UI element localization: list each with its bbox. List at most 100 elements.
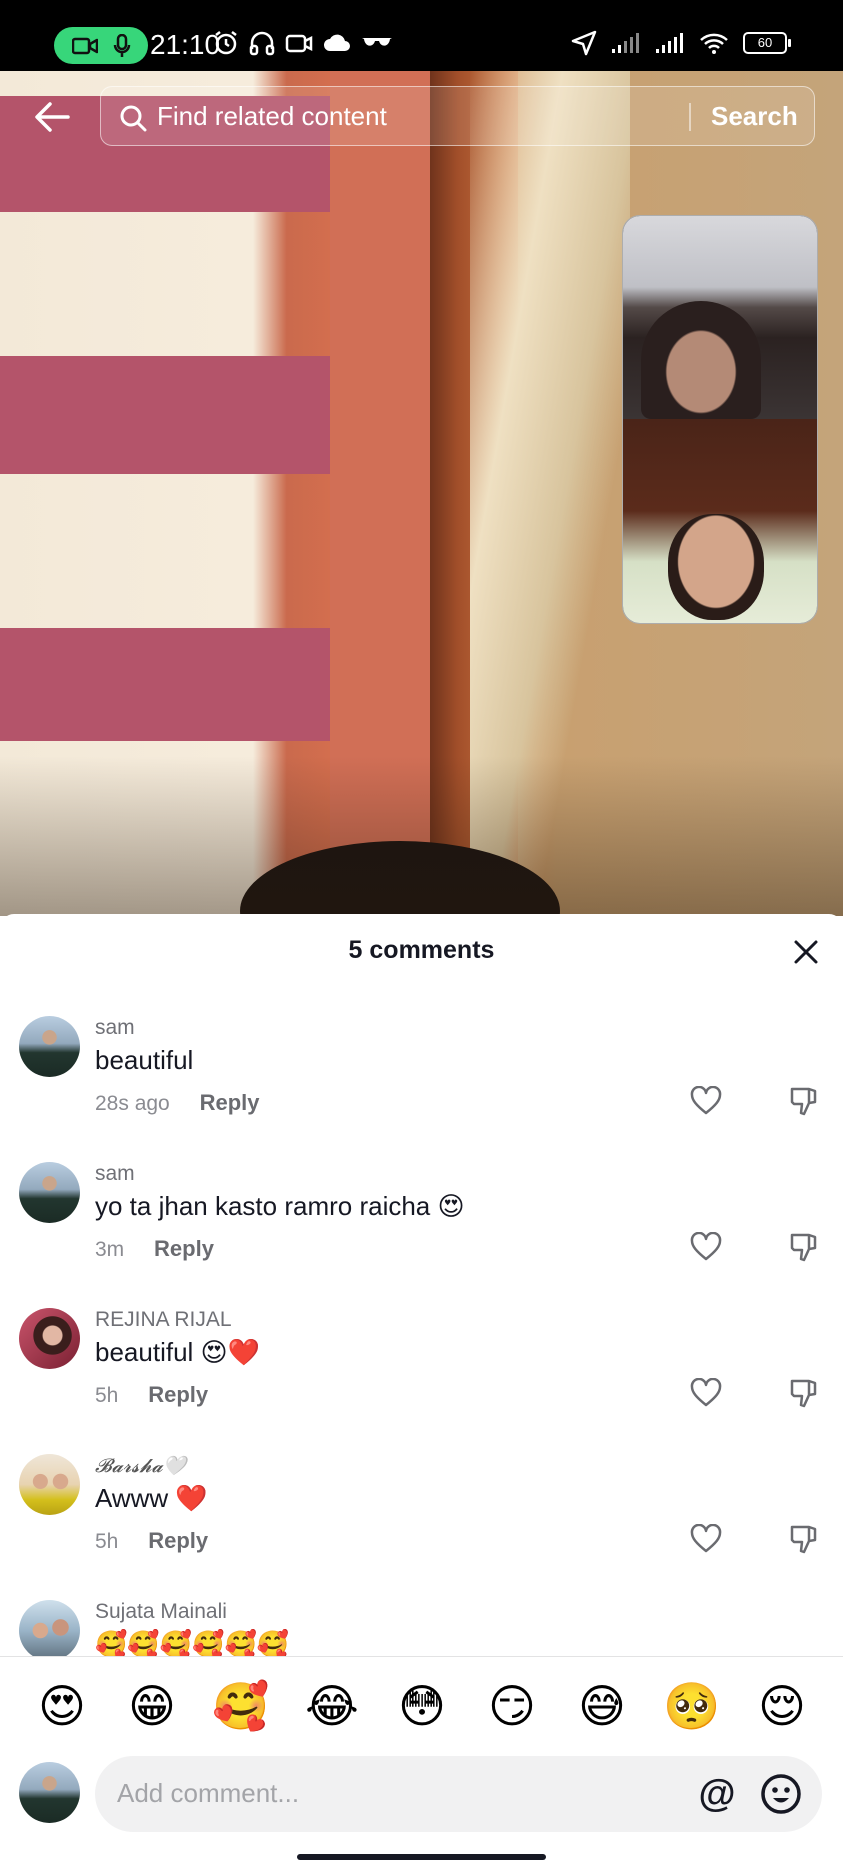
comment-item: 𝓑𝓪𝓻𝓼𝓱𝓪🤍 Awww ❤️ 5h Reply bbox=[0, 1454, 843, 1594]
heart-icon bbox=[690, 1231, 722, 1261]
avatar[interactable] bbox=[19, 1454, 80, 1515]
comment-username[interactable]: REJINA RIJAL bbox=[95, 1308, 232, 1332]
heart-icon bbox=[690, 1523, 722, 1553]
comment-meta: 28s ago Reply bbox=[95, 1090, 260, 1116]
mention-button[interactable]: @ bbox=[695, 1772, 739, 1816]
reply-button[interactable]: Reply bbox=[148, 1382, 208, 1407]
comment-username[interactable]: sam bbox=[95, 1016, 135, 1040]
emoji-button[interactable]: 🥺 bbox=[662, 1676, 722, 1736]
status-time: 21:10 bbox=[150, 29, 221, 60]
comment-text: beautiful bbox=[95, 1045, 194, 1075]
signal-icon bbox=[656, 33, 683, 53]
comment-item: Sujata Mainali 🥰🥰🥰🥰🥰🥰 bbox=[0, 1600, 843, 1656]
emoji-button[interactable]: 😏 bbox=[482, 1676, 542, 1736]
comment-item: sam beautiful 28s ago Reply bbox=[0, 1016, 843, 1156]
cloud-icon bbox=[324, 34, 350, 51]
emoji-button[interactable]: 🥰 bbox=[211, 1676, 271, 1736]
smiley-icon bbox=[761, 1774, 801, 1814]
thumbs-down-icon bbox=[790, 1525, 817, 1554]
thumbs-down-icon bbox=[790, 1233, 817, 1262]
video-background bbox=[0, 356, 345, 474]
comment-time: 5h bbox=[95, 1384, 119, 1407]
location-icon bbox=[571, 30, 597, 56]
status-bar: 21:10 60 bbox=[0, 0, 843, 71]
headphones-icon bbox=[249, 31, 275, 56]
participant-face bbox=[668, 514, 764, 620]
status-left-icons bbox=[213, 30, 393, 56]
home-indicator[interactable] bbox=[297, 1854, 546, 1860]
top-bar: Find related content Search bbox=[0, 71, 843, 161]
video-icon bbox=[285, 34, 313, 53]
close-icon bbox=[794, 940, 818, 964]
comment-meta: 5h Reply bbox=[95, 1382, 208, 1408]
search-button[interactable]: Search bbox=[711, 101, 798, 132]
thumbs-down-icon bbox=[790, 1087, 817, 1116]
comment-username[interactable]: sam bbox=[95, 1162, 135, 1186]
comment-meta: 3m Reply bbox=[95, 1236, 214, 1262]
avatar[interactable] bbox=[19, 1308, 80, 1369]
like-button[interactable] bbox=[690, 1231, 726, 1268]
reply-button[interactable]: Reply bbox=[154, 1236, 214, 1261]
emoji-button[interactable]: 😍 bbox=[32, 1676, 92, 1736]
comment-text: 🥰🥰🥰🥰🥰🥰 bbox=[95, 1629, 290, 1656]
dislike-button[interactable] bbox=[789, 1086, 825, 1122]
comment-composer[interactable]: Add comment... @ bbox=[95, 1756, 822, 1832]
participant-face bbox=[641, 301, 761, 419]
glasses-icon bbox=[362, 38, 392, 46]
camera-icon bbox=[71, 37, 98, 54]
status-right-icons: 60 bbox=[571, 30, 791, 56]
comment-text: Awww ❤️ bbox=[95, 1483, 208, 1513]
thumbs-down-icon bbox=[790, 1379, 817, 1408]
reply-button[interactable]: Reply bbox=[200, 1090, 260, 1115]
search-icon bbox=[120, 105, 147, 132]
wifi-icon bbox=[700, 33, 728, 54]
emoji-button[interactable]: 😅 bbox=[572, 1676, 632, 1736]
video-shade bbox=[0, 756, 843, 916]
video-background bbox=[0, 628, 345, 741]
heart-icon bbox=[690, 1085, 722, 1115]
like-button[interactable] bbox=[690, 1085, 726, 1122]
like-button[interactable] bbox=[690, 1377, 726, 1414]
emoji-picker-button[interactable] bbox=[759, 1772, 803, 1816]
comment-text: yo ta jhan kasto ramro raicha 😍 bbox=[95, 1191, 465, 1221]
comment-time: 28s ago bbox=[95, 1092, 170, 1115]
participant-video bbox=[623, 216, 817, 419]
like-button[interactable] bbox=[690, 1523, 726, 1560]
current-user-avatar bbox=[19, 1762, 80, 1823]
dislike-button[interactable] bbox=[789, 1378, 825, 1414]
search-input[interactable]: Find related content bbox=[157, 101, 387, 132]
comment-username[interactable]: Sujata Mainali bbox=[95, 1600, 227, 1624]
mic-icon bbox=[113, 33, 130, 57]
reply-button[interactable]: Reply bbox=[148, 1528, 208, 1553]
comment-meta: 5h Reply bbox=[95, 1528, 208, 1554]
search-divider bbox=[689, 103, 691, 131]
avatar[interactable] bbox=[19, 1016, 80, 1077]
comment-item: sam yo ta jhan kasto ramro raicha 😍 3m R… bbox=[0, 1162, 843, 1302]
screen-recording-indicator[interactable] bbox=[54, 27, 148, 64]
comment-input[interactable]: Add comment... bbox=[117, 1778, 299, 1809]
search-bar[interactable]: Find related content Search bbox=[100, 86, 815, 146]
comments-title: 5 comments bbox=[348, 936, 495, 964]
dislike-button[interactable] bbox=[789, 1524, 825, 1560]
back-arrow-icon bbox=[35, 102, 70, 132]
comment-time: 3m bbox=[95, 1238, 125, 1261]
back-button[interactable] bbox=[30, 95, 74, 139]
divider bbox=[0, 1656, 843, 1657]
emoji-button[interactable]: 😁 bbox=[122, 1676, 182, 1736]
dislike-button[interactable] bbox=[789, 1232, 825, 1268]
signal-icon bbox=[612, 33, 639, 53]
emoji-button[interactable]: 😂 bbox=[302, 1676, 362, 1736]
heart-icon bbox=[690, 1377, 722, 1407]
close-button[interactable] bbox=[788, 934, 824, 970]
emoji-button[interactable]: 😌 bbox=[752, 1676, 812, 1736]
comment-text: beautiful 😍❤️ bbox=[95, 1337, 261, 1367]
comment-username[interactable]: 𝓑𝓪𝓻𝓼𝓱𝓪🤍 bbox=[95, 1454, 186, 1477]
battery-icon: 60 bbox=[743, 32, 791, 54]
comment-item: REJINA RIJAL beautiful 😍❤️ 5h Reply bbox=[0, 1308, 843, 1448]
emoji-button[interactable]: 😳 bbox=[392, 1676, 452, 1736]
comment-time: 5h bbox=[95, 1530, 119, 1553]
participant-video bbox=[623, 419, 817, 623]
avatar[interactable] bbox=[19, 1600, 80, 1656]
video-call-thumbnail[interactable] bbox=[622, 215, 818, 624]
avatar[interactable] bbox=[19, 1162, 80, 1223]
